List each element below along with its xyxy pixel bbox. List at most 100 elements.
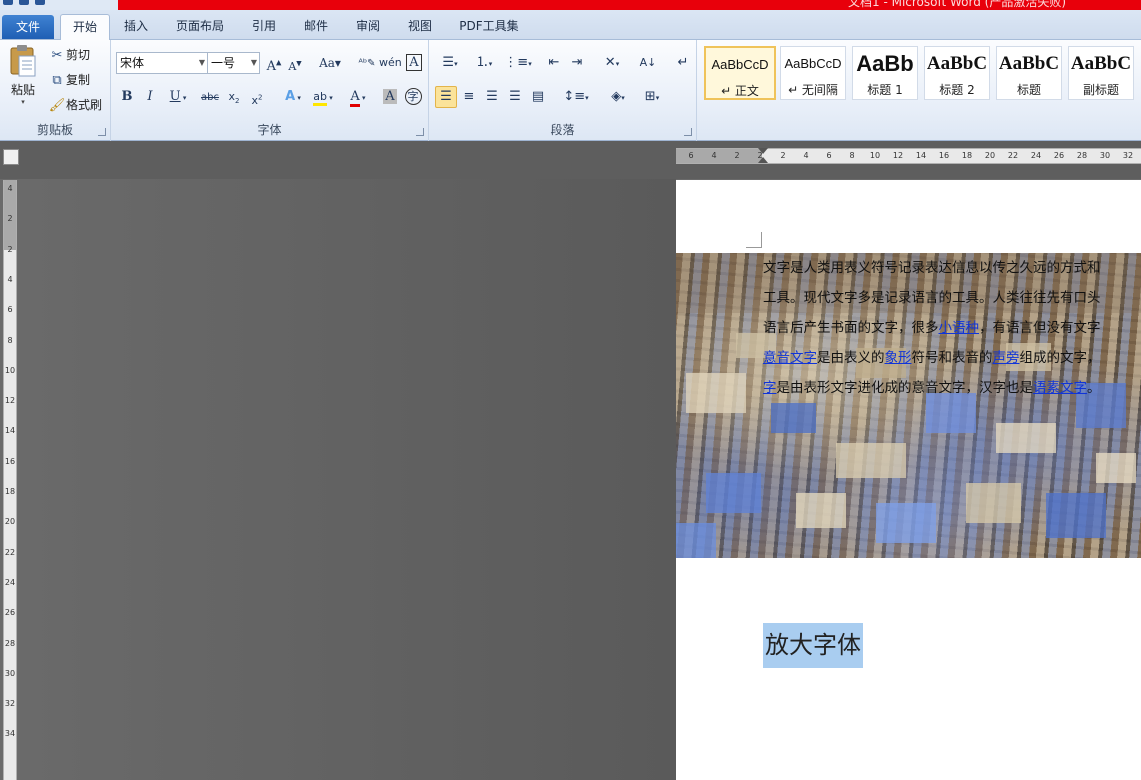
font-group-label: 字体 <box>257 123 282 137</box>
hanging-indent-marker[interactable] <box>758 157 768 163</box>
style-heading-2[interactable]: AaBbC 标题 2 <box>924 46 990 100</box>
copy-button[interactable]: ⧉ 复制 <box>48 69 90 91</box>
bullets-button[interactable]: ☰▾ <box>435 52 465 74</box>
increase-indent-button[interactable]: ⇥ <box>566 52 588 74</box>
numbering-button[interactable]: ⒈▾ <box>469 52 499 74</box>
italic-button[interactable]: I <box>139 86 161 108</box>
vertical-ruler[interactable]: 4 2 2 4 6 8 10 12 14 16 18 20 22 24 26 28 30 32 34 <box>3 180 17 780</box>
paragraph-dialog-launcher[interactable] <box>684 128 692 136</box>
selected-text[interactable]: 放大字体 <box>763 623 863 668</box>
clipboard-dialog-launcher[interactable] <box>98 128 106 136</box>
phonetic-guide-button[interactable]: wén <box>379 52 402 74</box>
document-line: 工具。现代文字多是记录语言的工具。人类往往先有口头 <box>763 283 1141 313</box>
font-name-combo[interactable]: 宋体 ▼ <box>116 52 208 74</box>
line-spacing-button[interactable]: ↕≡▾ <box>561 86 591 108</box>
superscript-button[interactable]: x2 <box>246 86 268 108</box>
document-page[interactable]: 文字是人类用表义符号记录表达信息以传之久远的方式和 工具。现代文字多是记录语言的… <box>676 180 1141 780</box>
style-name: ↵ 正文 <box>721 84 759 98</box>
borders-icon: ⊞ <box>644 89 656 104</box>
font-color-button[interactable]: A ▾ <box>343 86 373 108</box>
hyperlink[interactable]: 字 <box>763 380 777 396</box>
ruler-number: 10 <box>4 365 16 375</box>
borders-button[interactable]: ⊞▾ <box>637 86 667 108</box>
text-effects-button[interactable]: A ▾ <box>278 86 308 108</box>
hyperlink[interactable]: 语素文字 <box>1033 380 1087 396</box>
font-dialog-launcher[interactable] <box>416 128 424 136</box>
shrink-font-button[interactable]: A▼ <box>284 52 306 74</box>
first-line-indent-marker[interactable] <box>758 148 768 154</box>
align-left-icon: ☰ <box>440 89 452 104</box>
hyperlink[interactable]: 象形 <box>885 350 912 366</box>
shading-button[interactable]: ◈▾ <box>603 86 633 108</box>
ruler-number: 2 <box>734 151 740 160</box>
style-heading-1[interactable]: AaBb 标题 1 <box>852 46 918 100</box>
ruler-number: 26 <box>1053 151 1065 160</box>
sort-button[interactable]: A↓ <box>637 52 659 74</box>
ruler-number: 30 <box>1099 151 1111 160</box>
underline-button[interactable]: U ▾ <box>163 86 193 108</box>
document-body-text[interactable]: 文字是人类用表义符号记录表达信息以传之久远的方式和 工具。现代文字多是记录语言的… <box>763 253 1141 403</box>
ruler-number: 32 <box>4 699 16 709</box>
tab-mailings[interactable]: 邮件 <box>294 14 338 40</box>
ruler-number: 14 <box>4 426 16 436</box>
character-shading-button[interactable]: A <box>379 86 401 108</box>
show-marks-button[interactable]: ↵ <box>672 52 694 74</box>
font-size-combo[interactable]: 一号 ▼ <box>207 52 260 74</box>
undo-icon[interactable] <box>19 0 29 5</box>
cut-button[interactable]: ✂ 剪切 <box>48 44 90 66</box>
strikethrough-button[interactable]: abc <box>199 86 221 108</box>
font-color-icon: A <box>350 89 360 107</box>
hyperlink[interactable]: 小语种 <box>939 320 980 336</box>
style-normal[interactable]: AaBbCcD ↵ 正文 <box>704 46 776 100</box>
style-no-spacing[interactable]: AaBbCcD ↵ 无间隔 <box>780 46 846 100</box>
align-center-button[interactable]: ≡ <box>458 86 480 108</box>
decrease-indent-button[interactable]: ⇤ <box>543 52 565 74</box>
ruler-number: 2 <box>7 244 13 254</box>
bold-button[interactable]: B <box>116 86 138 108</box>
horizontal-ruler[interactable]: 6 4 2 2 2 4 6 8 10 12 14 16 18 20 22 24 26 28 30 32 <box>676 148 1141 164</box>
distributed-button[interactable]: ▤ <box>527 86 549 108</box>
subscript-button[interactable]: x2 <box>223 86 245 108</box>
tab-view[interactable]: 视图 <box>398 14 442 40</box>
scissors-icon: ✂ <box>51 47 63 63</box>
character-shading-icon: A <box>383 89 397 104</box>
enclose-characters-button[interactable]: 字 <box>402 86 424 108</box>
tab-home[interactable]: 开始 <box>60 14 110 41</box>
text-run: 组成的文字， <box>1019 350 1101 366</box>
hyperlink[interactable]: 声旁 <box>993 350 1020 366</box>
align-left-button[interactable]: ☰ <box>435 86 457 108</box>
style-subtitle[interactable]: AaBbC 副标题 <box>1068 46 1134 100</box>
format-painter-button[interactable]: 🖌格式刷 <box>48 94 102 116</box>
change-case-button[interactable]: Aa▾ <box>316 52 344 74</box>
multilevel-list-button[interactable]: ⋮≡▾ <box>503 52 533 74</box>
quick-access-toolbar[interactable] <box>0 0 118 10</box>
justify-button[interactable]: ☰ <box>504 86 526 108</box>
character-border-button[interactable]: A <box>403 52 425 74</box>
paste-button[interactable]: 粘贴 ▾ <box>6 44 40 114</box>
underline-icon: U <box>169 89 181 104</box>
ruler-number: 10 <box>869 151 881 160</box>
ruler-number: 12 <box>892 151 904 160</box>
tab-insert[interactable]: 插入 <box>114 14 158 40</box>
save-icon[interactable] <box>3 0 13 5</box>
tab-file[interactable]: 文件 <box>2 15 54 39</box>
redo-icon[interactable] <box>35 0 45 5</box>
grow-font-button[interactable]: A▲ <box>263 52 285 74</box>
tab-pdf-tools[interactable]: PDF工具集 <box>450 14 528 40</box>
tab-references[interactable]: 引用 <box>242 14 286 40</box>
align-right-button[interactable]: ☰ <box>481 86 503 108</box>
tab-review[interactable]: 审阅 <box>346 14 390 40</box>
tab-page-layout[interactable]: 页面布局 <box>168 14 232 40</box>
hyperlink[interactable]: 意音文字 <box>763 350 817 366</box>
copy-label: 复制 <box>66 73 91 87</box>
style-title[interactable]: AaBbC 标题 <box>996 46 1062 100</box>
paste-dropdown-arrow[interactable]: ▾ <box>6 98 40 106</box>
document-line: 文字是人类用表义符号记录表达信息以传之久远的方式和 <box>763 253 1141 283</box>
highlight-button[interactable]: ab ▾ <box>308 86 338 108</box>
clear-formatting-button[interactable]: ᴬᵇ✎ <box>356 52 378 74</box>
ruler-number: 16 <box>938 151 950 160</box>
chinese-layout-button[interactable]: ✕▾ <box>597 52 627 74</box>
ruler-number: 30 <box>4 668 16 678</box>
ruler-number: 22 <box>4 547 16 557</box>
tab-selector[interactable] <box>3 149 19 165</box>
